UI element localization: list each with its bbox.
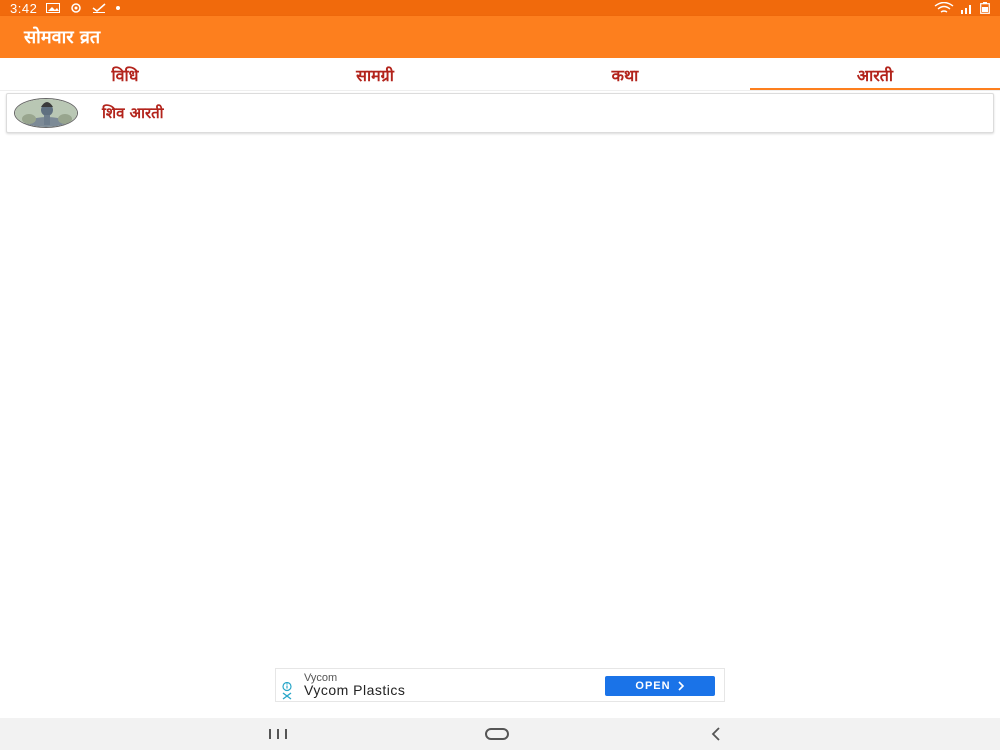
check-icon [92, 3, 106, 13]
tab-vidhi[interactable]: विधि [0, 58, 250, 90]
tab-samagri[interactable]: सामग्री [250, 58, 500, 90]
ad-open-label: OPEN [635, 680, 671, 692]
list-item[interactable]: शिव आरती [6, 93, 994, 133]
wifi-icon [934, 2, 954, 13]
sync-icon [71, 3, 82, 13]
back-button[interactable] [696, 724, 736, 744]
tab-aarti[interactable]: आरती [750, 58, 1000, 90]
dot-icon [116, 6, 121, 10]
signal-icon [961, 5, 971, 14]
tab-bar: विधि सामग्री कथा आरती [0, 58, 1000, 91]
home-button[interactable] [477, 724, 517, 744]
tab-katha[interactable]: कथा [500, 58, 750, 90]
chevron-right-icon [678, 681, 684, 691]
battery-icon [980, 2, 990, 14]
status-bar: 3:42 [0, 0, 1000, 16]
ad-banner[interactable]: Vycom Vycom Plastics OPEN [275, 668, 725, 702]
recents-icon [269, 729, 287, 739]
back-icon [711, 727, 720, 741]
ad-headline[interactable]: Vycom Plastics [304, 682, 405, 698]
status-time: 3:42 [10, 0, 38, 16]
app-title: सोमवार व्रत [24, 27, 101, 48]
list-item-label: शिव आरती [102, 104, 164, 122]
system-nav-bar [0, 718, 1000, 750]
ad-choices-icon[interactable] [280, 682, 294, 700]
shiva-avatar [14, 98, 78, 128]
image-icon [46, 3, 61, 13]
app-bar: सोमवार व्रत [0, 16, 1000, 58]
recents-button[interactable] [258, 724, 298, 744]
home-icon [485, 728, 509, 740]
ad-open-button[interactable]: OPEN [605, 676, 715, 696]
aarti-list: शिव आरती [6, 93, 994, 133]
